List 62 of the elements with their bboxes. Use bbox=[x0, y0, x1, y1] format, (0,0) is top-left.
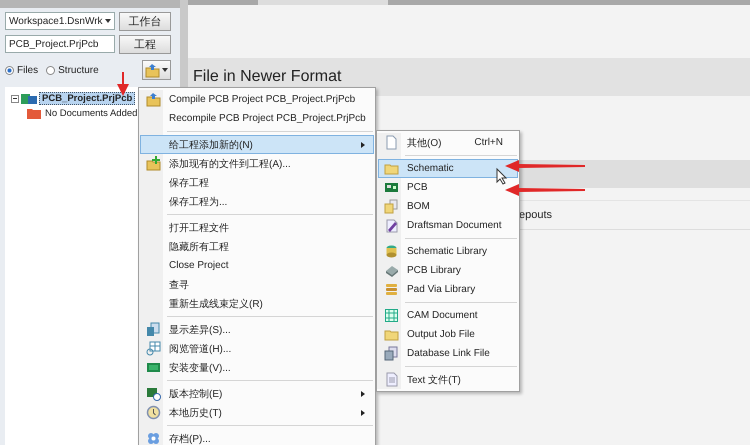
menu-item[interactable]: 打开工程文件 bbox=[140, 218, 374, 237]
menu-item[interactable]: PCB Library bbox=[378, 261, 518, 280]
project-field[interactable]: PCB_Project.PrjPcb bbox=[5, 35, 115, 53]
menu-item[interactable]: Pad Via Library bbox=[378, 280, 518, 299]
menu-item[interactable]: 存档(P)... bbox=[140, 429, 374, 445]
menu-item[interactable]: 重新生成线束定义(R) bbox=[140, 294, 374, 313]
view-radio[interactable]: Structure bbox=[46, 64, 99, 76]
folder-arrow-icon bbox=[146, 92, 160, 107]
clock-icon bbox=[146, 405, 160, 420]
menu-item[interactable]: 版本控制(E) bbox=[140, 384, 374, 403]
menu-item[interactable]: 本地历史(T) bbox=[140, 403, 374, 422]
library-icon bbox=[384, 244, 398, 259]
folder-icon bbox=[27, 108, 41, 119]
tree-item[interactable]: No Documents Added bbox=[43, 108, 140, 119]
pen-document-icon bbox=[384, 218, 398, 233]
folder-arrow-icon bbox=[145, 62, 160, 78]
menu-item[interactable]: 其他(O) Ctrl+N bbox=[378, 133, 518, 152]
menu-item[interactable]: Close Project bbox=[140, 256, 374, 275]
menu-item[interactable]: Schematic Library bbox=[378, 242, 518, 261]
panel-clock-icon bbox=[146, 386, 160, 401]
menu-item[interactable]: 阅览管道(H)... bbox=[140, 339, 374, 358]
document-compare-icon bbox=[146, 322, 160, 337]
view-radio[interactable]: Files bbox=[5, 64, 38, 76]
chip-icon bbox=[384, 263, 398, 278]
menu-item[interactable]: Schematic bbox=[378, 159, 518, 178]
text-document-icon bbox=[384, 372, 398, 387]
document-stack-icon bbox=[384, 199, 398, 214]
folder-plus-icon bbox=[146, 156, 160, 171]
project-button[interactable]: 工程 bbox=[119, 35, 171, 54]
document-icon bbox=[384, 135, 398, 150]
menu-item[interactable]: Database Link File bbox=[378, 344, 518, 363]
collapse-icon[interactable] bbox=[11, 94, 19, 102]
menu-item[interactable]: 添加现有的文件到工程(A)... bbox=[140, 154, 374, 173]
menu-item[interactable]: CAM Document bbox=[378, 306, 518, 325]
menu-item[interactable]: Text 文件(T) bbox=[378, 370, 518, 389]
project-icon bbox=[21, 92, 37, 104]
menu-item[interactable]: 保存工程为... bbox=[140, 192, 374, 211]
menu-item[interactable]: 安装变量(V)... bbox=[140, 358, 374, 377]
menu-item[interactable]: BOM bbox=[378, 197, 518, 216]
menu-item[interactable]: Recompile PCB Project PCB_Project.PrjPcb bbox=[140, 109, 374, 128]
workspace-button[interactable]: 工作台 bbox=[119, 12, 171, 31]
database-icon bbox=[384, 346, 398, 361]
mouse-cursor-icon bbox=[496, 168, 507, 185]
section-header: File in Newer Format bbox=[188, 58, 750, 96]
grid-icon bbox=[384, 308, 398, 323]
workspace-dropdown[interactable]: Workspace1.DsnWrk bbox=[5, 12, 115, 30]
disc-stack-icon bbox=[384, 282, 398, 297]
tree-item[interactable]: PCB_Project.PrjPcb bbox=[39, 92, 136, 105]
menu-item[interactable]: Output Job File bbox=[378, 325, 518, 344]
menu-item[interactable]: 隐藏所有工程 bbox=[140, 237, 374, 256]
table-search-icon bbox=[146, 341, 160, 356]
row-text: epouts bbox=[519, 209, 552, 221]
panel-icon bbox=[146, 360, 160, 375]
menu-item[interactable]: 显示差异(S)... bbox=[140, 320, 374, 339]
menu-item[interactable]: Draftsman Document bbox=[378, 216, 518, 235]
menu-item[interactable]: 保存工程 bbox=[140, 173, 374, 192]
annotation-arrow bbox=[116, 72, 130, 96]
open-project-button[interactable] bbox=[142, 60, 171, 80]
menu-item[interactable]: 查寻 bbox=[140, 275, 374, 294]
circuit-board-icon bbox=[384, 180, 398, 195]
flower-icon bbox=[146, 431, 160, 445]
menu-item[interactable]: 给工程添加新的(N) bbox=[140, 135, 374, 154]
